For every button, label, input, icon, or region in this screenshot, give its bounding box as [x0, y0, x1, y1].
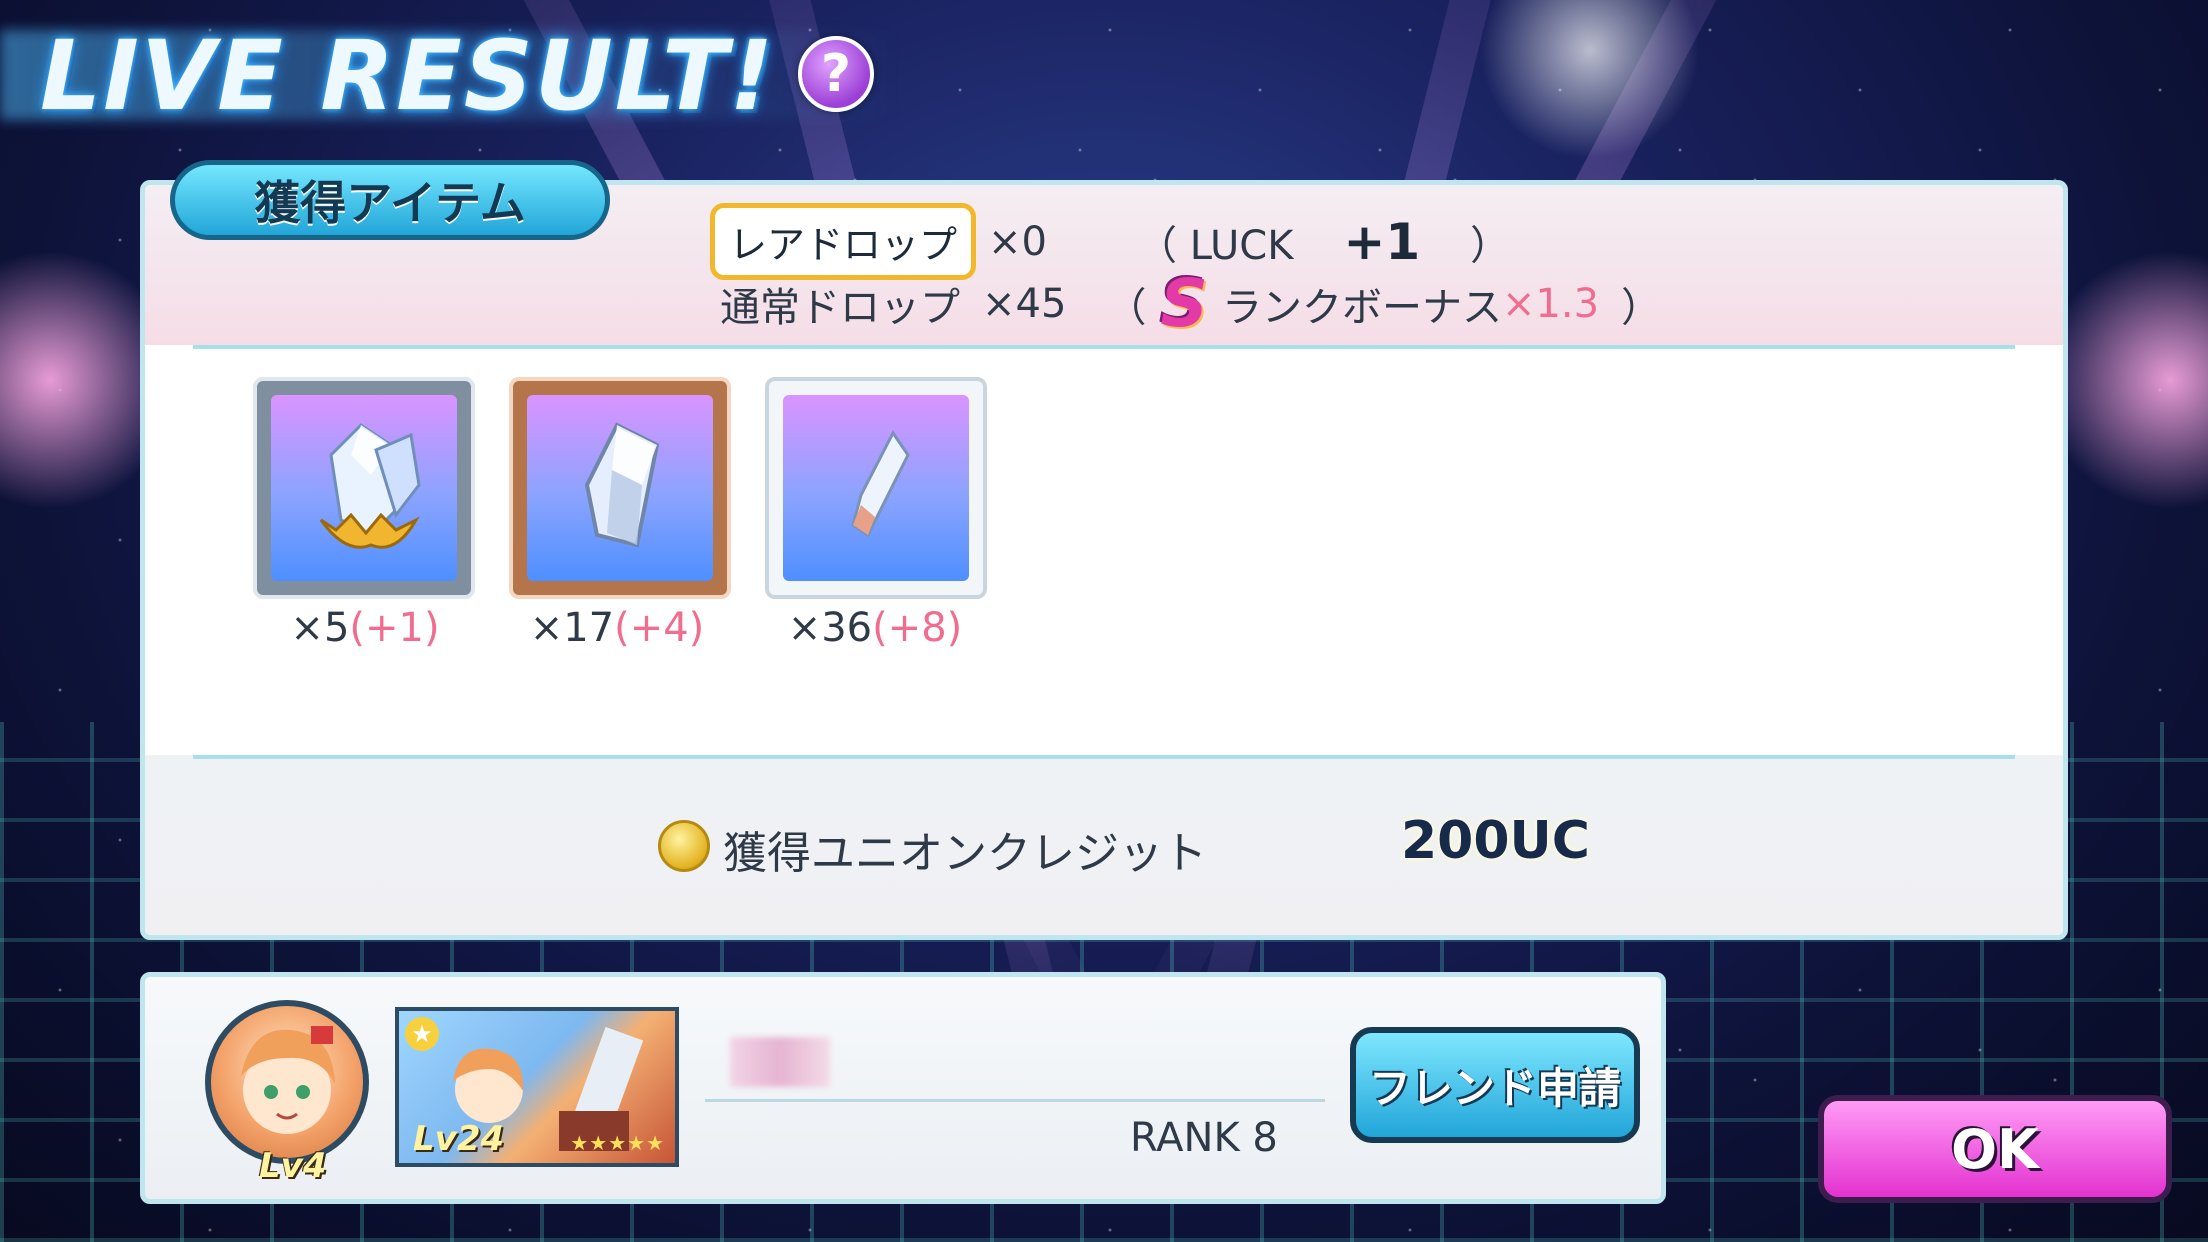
rank-bonus-value: ×1.3 [1501, 280, 1600, 327]
union-credit-section: 獲得ユニオンクレジット 200UC [145, 755, 2063, 935]
item-card-large-crystal[interactable] [253, 377, 475, 599]
avatar-level: Lv4 [259, 1146, 327, 1186]
ok-button[interactable]: OK [1818, 1095, 2172, 1203]
union-credit-value: 200UC [1401, 811, 1590, 871]
character-face-icon [241, 1026, 335, 1134]
item-count: ×5 [290, 605, 350, 651]
divider [705, 1099, 1325, 1102]
s-rank-icon: S [1160, 265, 1208, 342]
player-name-redacted [730, 1037, 830, 1087]
leader-card[interactable]: ★ Lv24 ★★★★★ [395, 1007, 679, 1167]
coin-icon [658, 820, 710, 872]
item-count: ×17 [529, 605, 615, 651]
normal-drop-label: 通常ドロップ [720, 284, 960, 331]
item-count-small-crystal: ×36(+8) [755, 605, 995, 651]
item-bonus: (+8) [872, 605, 963, 651]
card-level: Lv24 [413, 1119, 505, 1159]
rank-bonus-label: ランクボーナス [1221, 284, 1502, 331]
player-avatar[interactable]: Lv4 [197, 980, 377, 1190]
friend-panel: Lv4 ★ Lv24 ★★★★★ RANK 8 フレンド申請 [140, 972, 1666, 1204]
bonus-open: （ [1106, 284, 1147, 331]
large-crystal-icon [319, 423, 421, 549]
avatar-portrait [205, 1000, 369, 1164]
bonus-close: ） [1621, 284, 1662, 331]
page-title: LIVE RESULT! [40, 20, 776, 132]
luck-close: ） [1470, 222, 1511, 269]
item-count: ×36 [787, 605, 873, 651]
player-rank: RANK 8 [1130, 1115, 1278, 1161]
friend-request-button[interactable]: フレンド申請 [1350, 1027, 1640, 1143]
divider [193, 755, 2015, 759]
card-stars: ★★★★★ [570, 1131, 665, 1155]
small-crystal-icon [851, 430, 910, 538]
item-count-medium-crystal: ×17(+4) [497, 605, 737, 651]
normal-drop-row: 通常ドロップ ×45 （ S ランクボーナス ×1.3 ） [720, 265, 1661, 342]
item-card-small-crystal[interactable] [765, 377, 987, 599]
item-count-large-crystal: ×5(+1) [245, 605, 485, 651]
question-icon: ? [820, 44, 852, 104]
luck-open: （ LUCK [1136, 222, 1294, 269]
item-bonus: (+4) [614, 605, 705, 651]
medium-crystal-icon [584, 422, 660, 548]
section-tag: 獲得アイテム [170, 160, 610, 240]
normal-drop-count: ×45 [982, 280, 1067, 327]
divider [193, 345, 2015, 349]
help-button[interactable]: ? [798, 36, 874, 112]
section-tag-label: 獲得アイテム [170, 160, 610, 240]
rare-drop-count: ×0 [988, 218, 1047, 265]
result-panel: レアドロップ ×0 （ LUCK +1 ） 通常ドロップ ×45 （ S ランク… [140, 180, 2068, 940]
luck-value: +1 [1343, 212, 1421, 271]
item-card-medium-crystal[interactable] [509, 377, 731, 599]
item-bonus: (+1) [349, 605, 440, 651]
union-credit-label: 獲得ユニオンクレジット [723, 828, 1207, 879]
